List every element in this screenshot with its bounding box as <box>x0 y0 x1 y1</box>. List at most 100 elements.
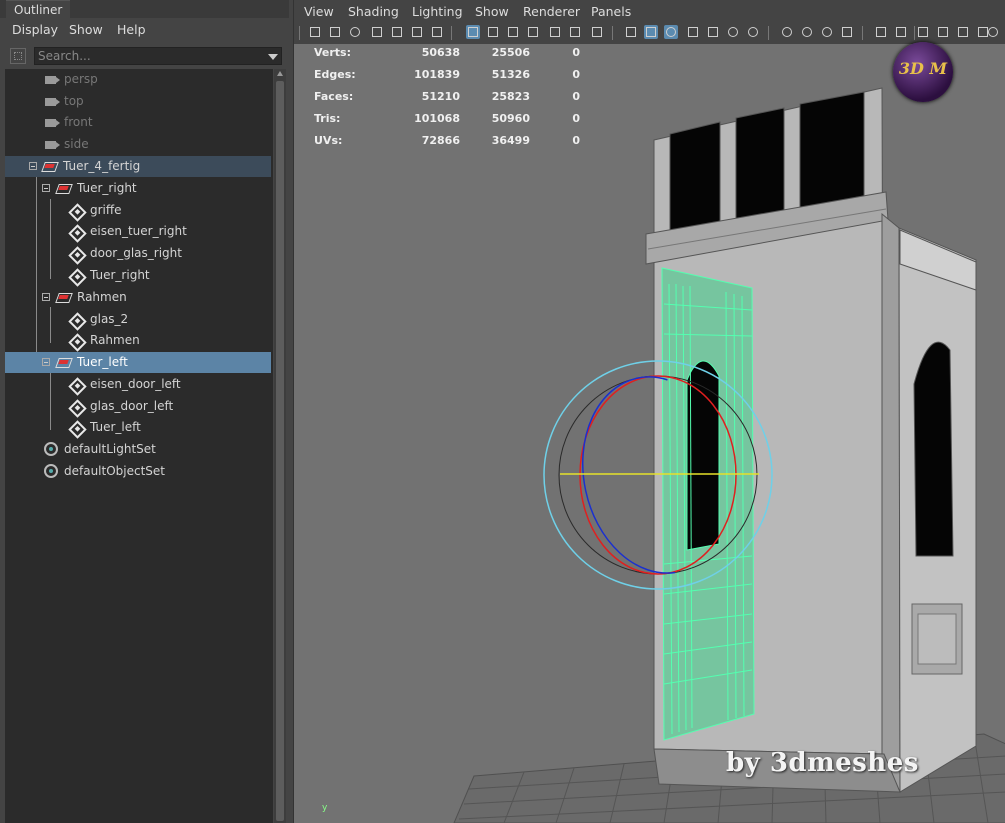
toolbar-separator <box>768 26 769 40</box>
item-label: persp <box>64 72 98 86</box>
textured-icon[interactable] <box>686 25 700 39</box>
hud-label: UVs: <box>314 134 343 147</box>
camera-gate-icon[interactable] <box>936 25 950 39</box>
list-item[interactable]: door_glas_right <box>5 243 271 265</box>
viewport-panel[interactable]: View Shading Lighting Show Renderer Pane… <box>293 0 1005 823</box>
hud-value: 72866 <box>421 134 460 147</box>
checker-icon[interactable] <box>706 25 720 39</box>
collapse-icon[interactable] <box>42 184 50 192</box>
list-item[interactable]: persp <box>5 69 271 90</box>
filter-icon[interactable] <box>10 48 26 64</box>
item-label: Tuer_4_fertig <box>63 159 141 173</box>
list-item[interactable]: glas_2 <box>5 309 271 331</box>
list-item[interactable]: defaultObjectSet <box>5 461 271 482</box>
item-label: Tuer_left <box>77 355 128 369</box>
list-item[interactable]: front <box>5 112 271 133</box>
item-label: Rahmen <box>77 290 127 304</box>
menu-renderer[interactable]: Renderer <box>523 4 580 19</box>
scrollbar-thumb[interactable] <box>276 81 284 821</box>
bookmark-flag-icon[interactable] <box>370 25 384 39</box>
light-icon[interactable] <box>726 25 740 39</box>
screen-space-ao-icon[interactable] <box>780 25 794 39</box>
shadows-icon[interactable] <box>746 25 760 39</box>
hud-value: 0 <box>572 46 580 59</box>
item-label: eisen_door_left <box>90 377 181 391</box>
camera-icon <box>45 98 56 106</box>
grid-icon[interactable] <box>466 25 480 39</box>
menu-panels[interactable]: Panels <box>591 4 631 19</box>
collapse-icon[interactable] <box>29 162 37 170</box>
hud-row-verts: Verts: 50638 25506 0 <box>314 46 614 66</box>
safe-action-icon[interactable] <box>568 25 582 39</box>
menu-shading[interactable]: Shading <box>348 4 399 19</box>
hud-row-edges: Edges: 101839 51326 0 <box>314 68 614 88</box>
list-item[interactable]: side <box>5 134 271 155</box>
image-plane-icon[interactable] <box>390 25 404 39</box>
film-gate-icon[interactable] <box>486 25 500 39</box>
viewport-scene[interactable] <box>294 44 1005 823</box>
resize-panel-icon[interactable] <box>956 25 970 39</box>
list-item[interactable]: Rahmen <box>5 330 271 352</box>
xray-icon[interactable] <box>894 25 908 39</box>
item-label: eisen_tuer_right <box>90 224 187 238</box>
safe-title-icon[interactable] <box>590 25 604 39</box>
search-input[interactable]: Search... <box>34 47 282 65</box>
list-item-group[interactable]: Tuer_4_fertig <box>5 156 271 177</box>
mesh-icon <box>68 203 87 222</box>
isolate-select-icon[interactable] <box>874 25 888 39</box>
toolbar-separator <box>299 26 300 40</box>
list-item[interactable]: griffe <box>5 200 271 222</box>
2d-pan-zoom-icon[interactable] <box>410 25 424 39</box>
collapse-icon[interactable] <box>42 293 50 301</box>
list-item-group[interactable]: Tuer_right <box>5 178 271 199</box>
list-item[interactable]: defaultLightSet <box>5 439 271 460</box>
mesh-icon <box>68 224 87 243</box>
item-label: defaultObjectSet <box>64 464 166 478</box>
list-item[interactable]: eisen_tuer_right <box>5 221 271 243</box>
list-item[interactable]: glas_door_left <box>5 396 271 418</box>
outliner-scrollbar[interactable] <box>274 69 286 823</box>
camera-attributes-icon[interactable] <box>328 25 342 39</box>
motion-blur-icon[interactable] <box>800 25 814 39</box>
hud-value: 36499 <box>491 134 530 147</box>
wireframe-on-shaded-icon[interactable] <box>664 25 678 39</box>
list-item-group-selected[interactable]: Tuer_left <box>5 352 271 373</box>
bookmark-icon[interactable] <box>348 25 362 39</box>
smooth-shade-icon[interactable] <box>644 25 658 39</box>
field-chart-icon[interactable] <box>548 25 562 39</box>
outliner-tabbar: Outliner <box>0 0 289 19</box>
settings-icon[interactable] <box>986 25 1000 39</box>
group-icon <box>56 183 72 193</box>
scroll-up-icon[interactable] <box>277 71 283 76</box>
list-item[interactable]: eisen_door_left <box>5 374 271 396</box>
camera-select-icon[interactable] <box>308 25 322 39</box>
menu-show[interactable]: Show <box>69 22 103 37</box>
collapse-icon[interactable] <box>42 358 50 366</box>
resolution-gate-icon[interactable] <box>506 25 520 39</box>
menu-view[interactable]: View <box>304 4 334 19</box>
hud-value: 50638 <box>421 46 460 59</box>
list-item-group[interactable]: Rahmen <box>5 287 271 308</box>
gate-mask-icon[interactable] <box>526 25 540 39</box>
menu-show[interactable]: Show <box>475 4 509 19</box>
hud-value: 51326 <box>491 68 530 81</box>
list-item[interactable]: Tuer_right <box>5 265 271 287</box>
list-item[interactable]: top <box>5 91 271 112</box>
two-panel-icon[interactable] <box>916 25 930 39</box>
wireframe-icon[interactable] <box>624 25 638 39</box>
item-label: defaultLightSet <box>64 442 156 456</box>
outliner-tab[interactable]: Outliner <box>6 0 71 19</box>
menu-lighting[interactable]: Lighting <box>412 4 463 19</box>
menu-help[interactable]: Help <box>117 22 146 37</box>
depth-of-field-icon[interactable] <box>840 25 854 39</box>
mesh-icon <box>68 268 87 287</box>
chevron-down-icon[interactable] <box>268 54 278 60</box>
menu-display[interactable]: Display <box>12 22 58 37</box>
list-item[interactable]: Tuer_left <box>5 417 271 439</box>
hud-value: 51210 <box>421 90 460 103</box>
anti-alias-icon[interactable] <box>820 25 834 39</box>
set-icon <box>44 442 58 456</box>
grease-pencil-icon[interactable] <box>430 25 444 39</box>
set-icon <box>44 464 58 478</box>
group-icon <box>56 357 72 367</box>
